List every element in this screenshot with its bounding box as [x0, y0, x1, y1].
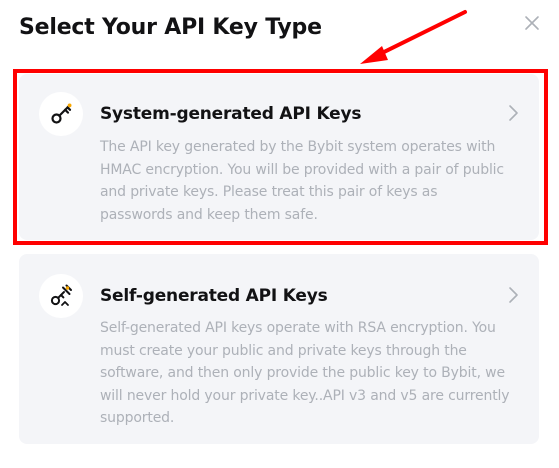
- key-icon-badge: [39, 92, 83, 136]
- chevron-right-icon[interactable]: [507, 286, 519, 304]
- chevron-right-icon[interactable]: [507, 104, 519, 122]
- system-generated-title: System-generated API Keys: [100, 104, 362, 124]
- key-pen-icon-badge: [39, 274, 83, 318]
- self-generated-option[interactable]: Self-generated API Keys Self-generated A…: [19, 254, 539, 444]
- self-generated-title: Self-generated API Keys: [100, 286, 328, 306]
- system-generated-description: The API key generated by the Bybit syste…: [100, 139, 504, 223]
- system-generated-option[interactable]: System-generated API Keys The API key ge…: [19, 74, 539, 240]
- close-icon[interactable]: [523, 14, 541, 32]
- self-generated-description: Self-generated API keys operate with RSA…: [100, 320, 510, 426]
- modal-title: Select Your API Key Type: [19, 15, 322, 40]
- close-button[interactable]: [523, 14, 541, 32]
- key-icon: [51, 103, 72, 124]
- key-pen-icon: [50, 284, 72, 306]
